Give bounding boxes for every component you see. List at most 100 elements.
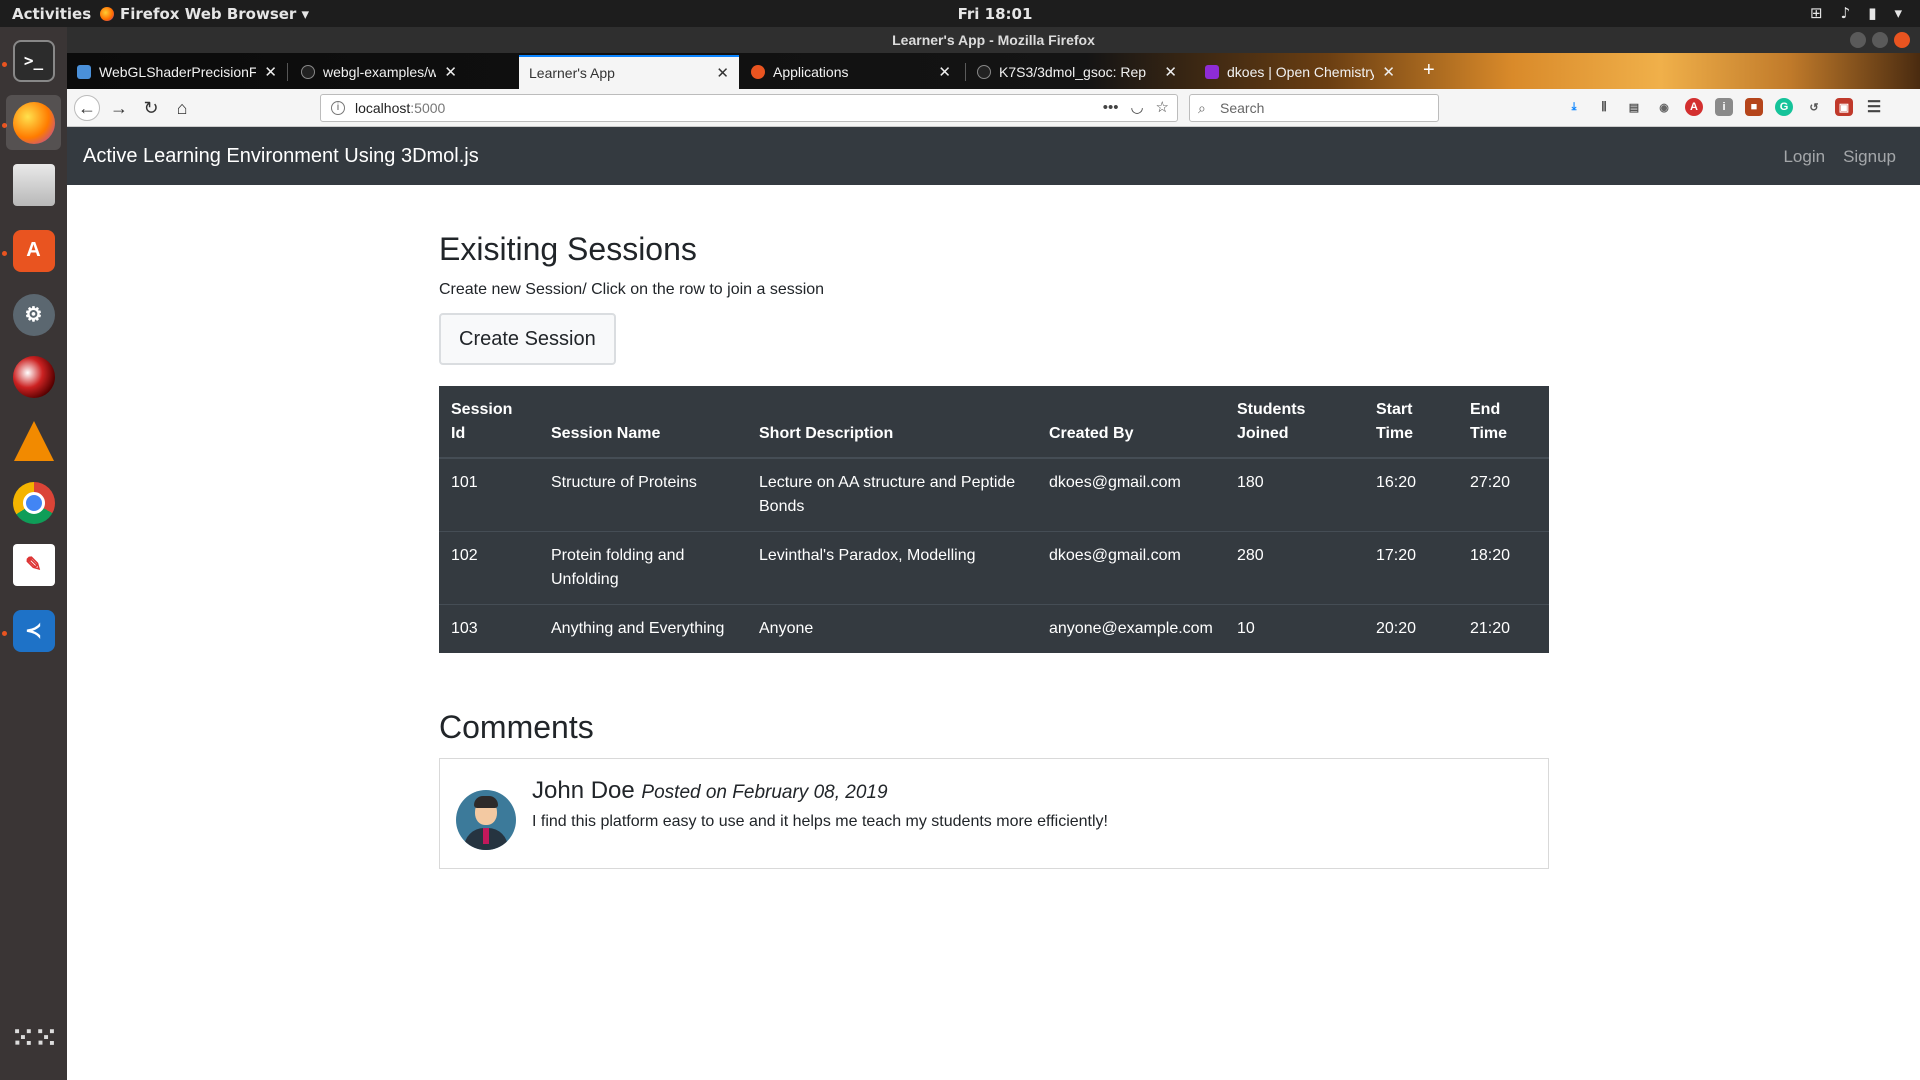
close-tab-icon[interactable]: ✕	[1164, 63, 1177, 81]
menu-icon[interactable]: ☰	[1865, 98, 1883, 116]
header-short-description: Short Description	[747, 386, 1037, 459]
tab-learners-app[interactable]: Learner's App ✕	[519, 55, 739, 89]
close-tab-icon[interactable]: ✕	[1382, 63, 1395, 81]
page-actions-icon[interactable]: •••	[1103, 95, 1119, 121]
firefox-icon	[12, 101, 55, 144]
app-brand[interactable]: Active Learning Environment Using 3Dmol.…	[83, 145, 479, 168]
comment-header: John Doe Posted on February 08, 2019	[532, 777, 1108, 805]
cell-short-description: Anyone	[747, 604, 1037, 653]
extension-icon[interactable]: ▣	[1835, 98, 1853, 116]
terminal-launcher[interactable]: >_	[6, 33, 61, 88]
back-button[interactable]: ←	[74, 95, 100, 121]
extension-icon[interactable]: i	[1715, 98, 1733, 116]
cell-session-id: 101	[439, 457, 539, 532]
library-icon[interactable]: ⫼	[1595, 98, 1613, 116]
app-grid-icon: ⁙⁙	[10, 1022, 58, 1055]
tab-webgl-shader[interactable]: WebGLShaderPrecisionF ✕	[67, 55, 287, 89]
settings-icon: ⚙	[12, 293, 55, 336]
header-session-id: Session Id	[439, 386, 539, 459]
close-tab-icon[interactable]: ✕	[716, 64, 729, 82]
cell-session-id: 103	[439, 604, 539, 653]
maximize-button[interactable]	[1872, 32, 1888, 48]
molecule-app-launcher[interactable]	[6, 349, 61, 404]
comment-body: John Doe Posted on February 08, 2019 I f…	[532, 777, 1108, 831]
url-bar[interactable]: i localhost:5000 ••• ◡ ☆	[320, 94, 1178, 122]
reload-button[interactable]: ↻	[138, 95, 164, 121]
site-info-icon[interactable]: i	[331, 101, 345, 115]
cell-start-time: 16:20	[1364, 457, 1458, 532]
vlc-icon	[13, 420, 54, 461]
session-row-101[interactable]: 101 Structure of Proteins Lecture on AA …	[439, 457, 1549, 532]
extension-icon[interactable]: ■	[1745, 98, 1763, 116]
search-icon: ⌕	[1198, 100, 1206, 116]
vlc-launcher[interactable]	[6, 413, 61, 468]
settings-launcher[interactable]: ⚙	[6, 287, 61, 342]
volume-icon[interactable]: ♪	[1841, 4, 1851, 22]
notes-launcher[interactable]: ✎	[6, 537, 61, 592]
window-titlebar[interactable]: Learner's App - Mozilla Firefox	[67, 27, 1920, 53]
avatar-tie	[483, 828, 489, 844]
toolbar-extension-icons: ⤓ ⫼ ▤ ◉ A i ■ G ↺ ▣ ☰	[1565, 98, 1883, 116]
table-header-row: Session Id Session Name Short Description…	[439, 386, 1549, 459]
cell-created-by: dkoes@gmail.com	[1037, 531, 1225, 605]
chrome-icon	[12, 481, 55, 524]
system-menu-icon[interactable]: ▾	[1894, 4, 1902, 22]
launcher-dock: >_ A ⚙ ✎ ≺ ⁙⁙	[0, 27, 67, 1080]
sync-icon[interactable]: ◉	[1655, 98, 1673, 116]
new-tab-button[interactable]: +	[1423, 59, 1435, 82]
cell-end-time: 27:20	[1458, 457, 1549, 532]
tab-webgl-examples[interactable]: webgl-examples/webgl- ✕	[291, 55, 467, 89]
system-top-bar: Activities Firefox Web Browser ▾ Fri 18:…	[0, 0, 1920, 27]
pocket-icon[interactable]: ◡	[1130, 95, 1143, 121]
extension-icon[interactable]: ↺	[1805, 98, 1823, 116]
vscode-icon: ≺	[12, 609, 55, 652]
system-tray[interactable]: ⊞ ♪ ▮ ▾	[1810, 4, 1902, 22]
adblock-icon[interactable]: A	[1685, 98, 1703, 116]
close-window-button[interactable]	[1894, 32, 1910, 48]
files-launcher[interactable]	[6, 157, 61, 212]
firefox-launcher[interactable]	[6, 95, 61, 150]
molecule-icon	[12, 355, 55, 398]
session-row-103[interactable]: 103 Anything and Everything Anyone anyon…	[439, 604, 1549, 653]
grammarly-icon[interactable]: G	[1775, 98, 1793, 116]
network-icon[interactable]: ⊞	[1810, 4, 1823, 22]
url-actions: ••• ◡ ☆	[1103, 95, 1169, 121]
tab-dkoes-open-chemistry[interactable]: dkoes | Open Chemistry ✕	[1195, 55, 1405, 89]
cell-students-joined: 180	[1225, 457, 1364, 532]
close-tab-icon[interactable]: ✕	[938, 63, 951, 81]
vscode-launcher[interactable]: ≺	[6, 603, 61, 658]
sessions-subtitle: Create new Session/ Click on the row to …	[439, 281, 825, 298]
window-controls	[1850, 32, 1910, 48]
tab-title: WebGLShaderPrecisionF	[99, 64, 257, 80]
create-session-button[interactable]: Create Session	[439, 313, 616, 365]
tab-strip: WebGLShaderPrecisionF ✕ webgl-examples/w…	[67, 53, 1920, 89]
signup-link[interactable]: Signup	[1843, 147, 1896, 167]
cell-end-time: 21:20	[1458, 604, 1549, 653]
navigation-toolbar: ← → ↻ ⌂ i localhost:5000 ••• ◡ ☆ ⌕ Searc…	[67, 89, 1920, 127]
sidebar-icon[interactable]: ▤	[1625, 98, 1643, 116]
login-link[interactable]: Login	[1783, 147, 1825, 167]
cell-students-joined: 10	[1225, 604, 1364, 653]
bookmark-star-icon[interactable]: ☆	[1156, 95, 1169, 121]
close-tab-icon[interactable]: ✕	[444, 63, 457, 81]
header-start-time: Start Time	[1364, 386, 1458, 459]
software-launcher[interactable]: A	[6, 223, 61, 278]
comments-title: Comments	[439, 709, 594, 745]
minimize-button[interactable]	[1850, 32, 1866, 48]
chrome-launcher[interactable]	[6, 475, 61, 530]
downloads-icon[interactable]: ⤓	[1565, 98, 1583, 116]
clock[interactable]: Fri 18:01	[0, 5, 1920, 23]
home-button[interactable]: ⌂	[169, 95, 195, 121]
tab-separator	[287, 63, 288, 81]
tab-applications[interactable]: Applications ✕	[741, 55, 961, 89]
close-tab-icon[interactable]: ✕	[264, 63, 277, 81]
cell-created-by: anyone@example.com	[1037, 604, 1225, 653]
tab-3dmol-gsoc[interactable]: K7S3/3dmol_gsoc: Rep ✕	[967, 55, 1187, 89]
github-icon	[301, 65, 315, 79]
search-bar[interactable]: ⌕ Search	[1189, 94, 1439, 122]
session-row-102[interactable]: 102 Protein folding and Unfolding Levint…	[439, 531, 1549, 605]
main-container: Exisiting Sessions Create new Session/ C…	[439, 185, 1549, 869]
forward-button[interactable]: →	[106, 95, 132, 121]
battery-icon[interactable]: ▮	[1868, 4, 1876, 22]
show-apps-button[interactable]: ⁙⁙	[6, 1011, 61, 1066]
